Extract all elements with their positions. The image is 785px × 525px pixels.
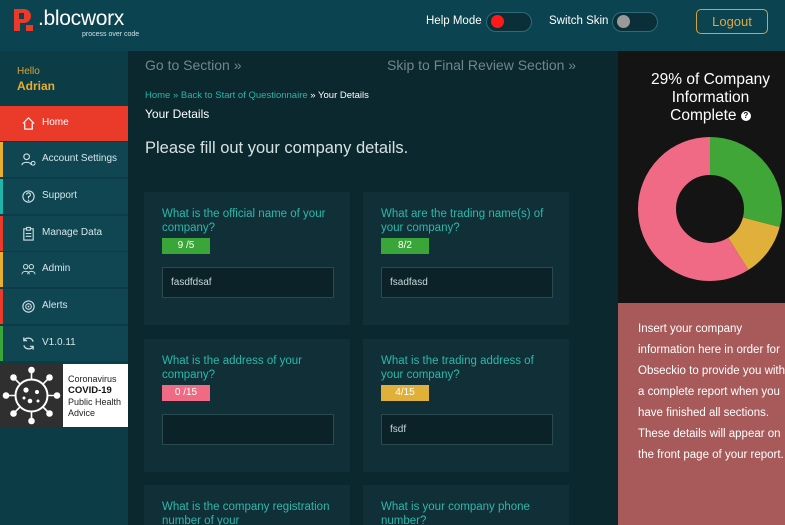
char-count-badge: 8/2 xyxy=(381,238,429,254)
sidebar-item-alerts[interactable]: Alerts xyxy=(0,289,128,324)
sidebar-item-version[interactable]: V1.0.11 xyxy=(0,326,128,361)
question-card: What is the trading address of your comp… xyxy=(363,339,569,472)
progress-line-1: 29% of Company xyxy=(651,71,770,88)
answer-field[interactable]: fsadfasd xyxy=(381,267,553,298)
sidebar-item-label: Admin xyxy=(42,263,71,274)
intro-text: Please fill out your company details. xyxy=(145,139,409,157)
sidebar: Hello Adrian Home Account Settings Suppo… xyxy=(0,51,128,525)
question-text: What are the trading name(s) of your com… xyxy=(381,208,544,234)
refresh-icon xyxy=(23,337,34,350)
logo-tagline: process over code xyxy=(82,31,140,38)
alerts-icon xyxy=(22,300,35,313)
admin-users-icon xyxy=(21,264,36,275)
question-card: What is the official name of your compan… xyxy=(144,192,350,325)
sidebar-item-label: V1.0.11 xyxy=(42,337,76,348)
answer-field[interactable] xyxy=(162,414,334,445)
question-text: What is your company phone number? xyxy=(381,501,530,525)
help-icon[interactable]: ? xyxy=(740,111,751,121)
sidebar-item-label: Manage Data xyxy=(42,227,103,238)
virus-icon-container xyxy=(0,364,63,427)
answer-field[interactable]: fasdfdsaf xyxy=(162,267,334,298)
user-gear-icon xyxy=(21,153,36,166)
progress-title: 29% of Company Information Complete ? xyxy=(618,71,785,125)
question-text: What is the trading address of your comp… xyxy=(381,355,534,381)
top-bar: .blocworx process over code Help Mode Sw… xyxy=(0,0,785,51)
clipboard-icon xyxy=(23,226,34,241)
sidebar-item-label: Support xyxy=(42,190,78,201)
breadcrumb-back[interactable]: Back to Start of Questionnaire xyxy=(181,90,308,101)
sidebar-item-label: Home xyxy=(42,117,69,128)
char-count-badge: 4/15 xyxy=(381,385,429,401)
breadcrumb-current: Your Details xyxy=(318,90,369,101)
covid-advice-banner[interactable]: Coronavirus COVID-19 Public Health Advic… xyxy=(0,364,128,427)
main-content: Go to Section » Skip to Final Review Sec… xyxy=(128,51,618,525)
progress-line-3: Complete xyxy=(670,107,737,124)
sidebar-item-admin[interactable]: Admin xyxy=(0,252,128,287)
progress-panel: 29% of Company Information Complete ? xyxy=(618,51,785,303)
covid-line-3: Public Health xyxy=(68,397,122,407)
sidebar-item-support[interactable]: Support xyxy=(0,179,128,214)
virus-icon xyxy=(2,366,61,425)
question-card: What is the address of your company? 0 /… xyxy=(144,339,350,472)
logout-button[interactable]: Logout xyxy=(696,9,768,34)
covid-line-1: Coronavirus xyxy=(68,374,117,384)
covid-line-4: Advice xyxy=(68,408,96,418)
covid-line-2: COVID-19 xyxy=(68,385,112,396)
breadcrumb-separator: » xyxy=(170,90,181,101)
help-mode-toggle[interactable] xyxy=(486,12,532,32)
logo-mark-icon xyxy=(14,9,33,31)
logo-text: .blocworx xyxy=(38,7,124,30)
char-count-badge: 0 /15 xyxy=(162,385,210,401)
switch-skin-knob xyxy=(617,15,630,28)
sidebar-item-home[interactable]: Home xyxy=(0,106,128,141)
greeting: Hello xyxy=(17,66,40,77)
switch-skin-toggle[interactable] xyxy=(612,12,658,32)
home-icon xyxy=(22,117,35,130)
question-text: What is the official name of your compan… xyxy=(162,208,326,234)
sidebar-item-manage-data[interactable]: Manage Data xyxy=(0,216,128,251)
breadcrumb-home[interactable]: Home xyxy=(145,90,170,101)
info-panel: Insert your company information here in … xyxy=(618,303,785,525)
go-to-section-link[interactable]: Go to Section » xyxy=(145,57,242,73)
breadcrumb: Home » Back to Start of Questionnaire » … xyxy=(145,90,369,101)
page-title: Your Details xyxy=(145,107,210,121)
question-card: What is the company registration number … xyxy=(144,485,350,525)
question-card: What are the trading name(s) of your com… xyxy=(363,192,569,325)
sidebar-item-label: Alerts xyxy=(42,300,68,311)
question-card: What is your company phone number? xyxy=(363,485,569,525)
user-name: Adrian xyxy=(17,79,56,93)
help-mode-knob xyxy=(491,15,504,28)
info-text: Insert your company information here in … xyxy=(638,323,785,461)
answer-field[interactable]: fsdf xyxy=(381,414,553,445)
question-text: What is the address of your company? xyxy=(162,355,302,381)
char-count-badge: 9 /5 xyxy=(162,238,210,254)
skip-to-final-review-link[interactable]: Skip to Final Review Section » xyxy=(387,57,576,73)
sidebar-item-account-settings[interactable]: Account Settings xyxy=(0,142,128,177)
breadcrumb-separator: » xyxy=(307,90,319,101)
logo[interactable]: .blocworx process over code xyxy=(12,6,142,42)
sidebar-item-label: Account Settings xyxy=(42,153,118,164)
question-text: What is the company registration number … xyxy=(162,501,330,525)
help-mode-label: Help Mode xyxy=(426,15,482,27)
progress-line-2: Information xyxy=(671,89,750,106)
switch-skin-label: Switch Skin xyxy=(549,15,609,27)
progress-donut-chart xyxy=(638,137,782,281)
support-icon xyxy=(22,190,35,203)
